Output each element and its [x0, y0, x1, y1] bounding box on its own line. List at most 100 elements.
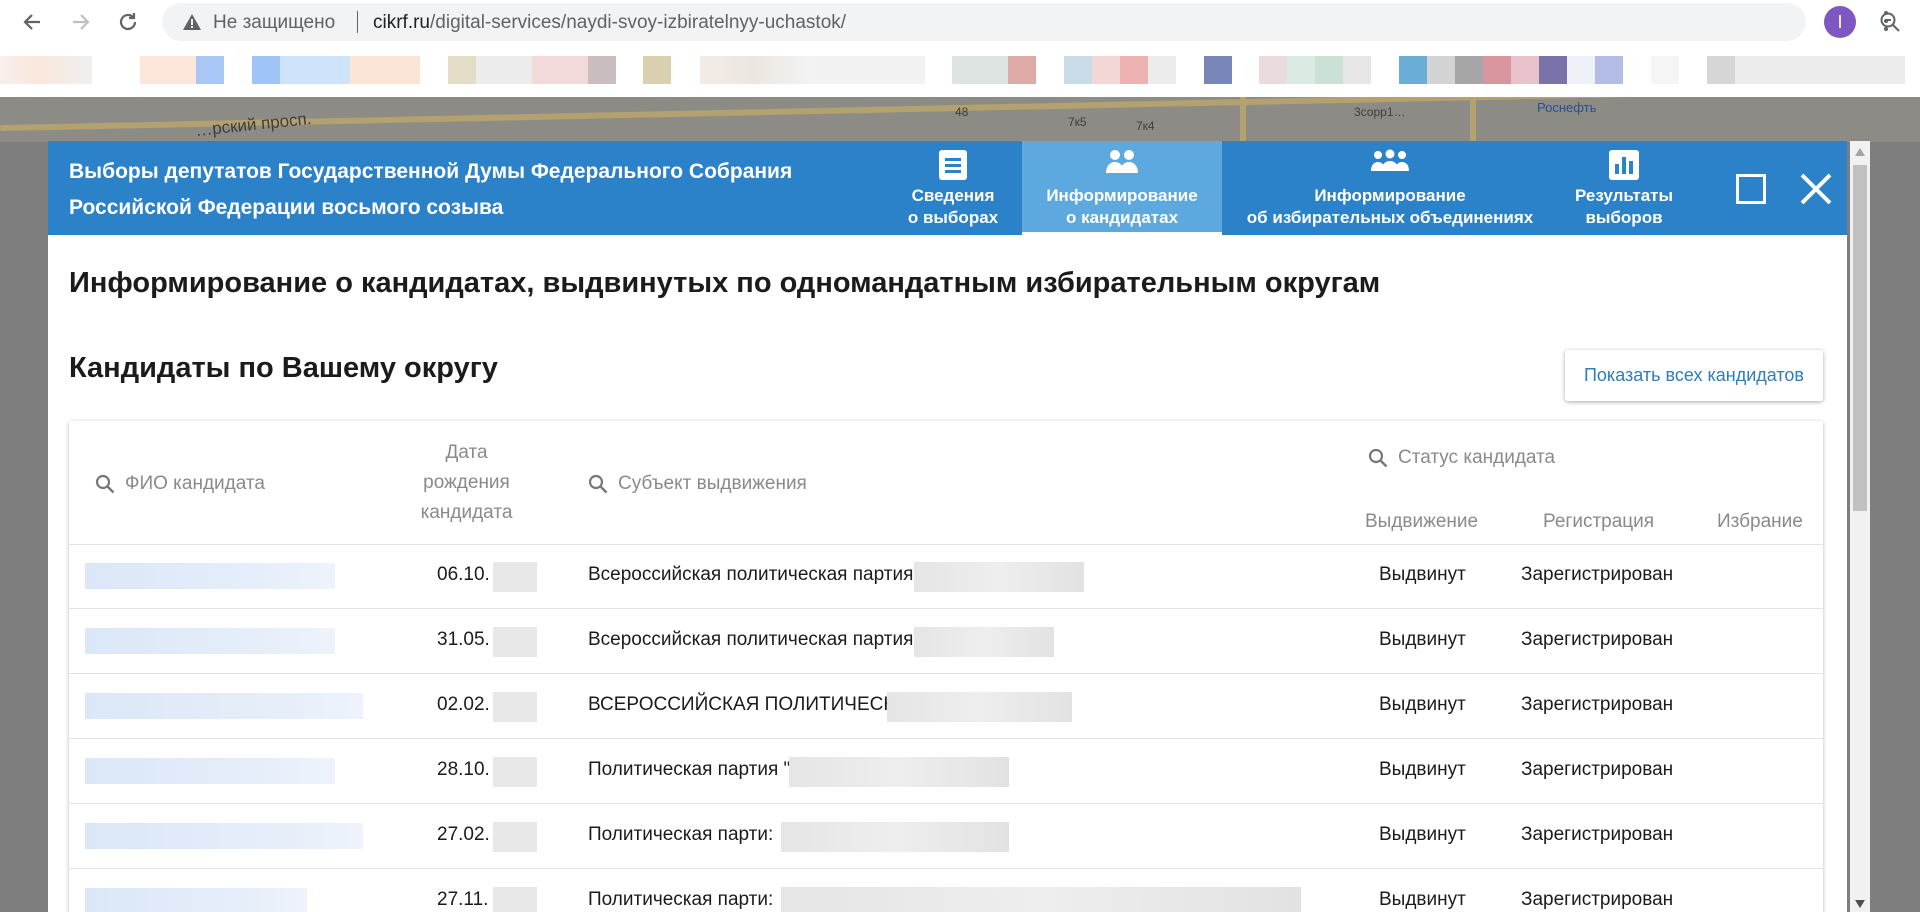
bookmark-item[interactable]: [1707, 56, 1735, 84]
redacted-party: [914, 627, 1054, 657]
bookmark-item[interactable]: [1539, 56, 1567, 84]
search-icon: [588, 474, 608, 494]
tab-label-line2: о кандидатах: [1065, 208, 1179, 227]
back-button[interactable]: [17, 7, 47, 37]
fio-search[interactable]: ФИО кандидата: [95, 473, 265, 495]
redacted-party: [781, 887, 1301, 912]
nomination-status: Выдвинут: [1379, 824, 1466, 845]
registration-status: Зарегистрирован: [1521, 694, 1674, 715]
bookmark-item[interactable]: [1427, 56, 1455, 84]
bookmark-item[interactable]: [1595, 56, 1623, 84]
url-text[interactable]: cikrf.ru/digital-services/naydi-svoy-izb…: [373, 12, 846, 34]
table-row[interactable]: 06.10. Всероссийская политическая партия…: [69, 545, 1823, 609]
table-row[interactable]: 31.05. Всероссийская политическая партия…: [69, 610, 1823, 674]
status-search[interactable]: Статус кандидата: [1368, 447, 1555, 469]
reload-button[interactable]: [113, 7, 143, 37]
modal-header: Выборы депутатов Государственной Думы Фе…: [48, 141, 1847, 235]
nominating-subject: Политическая партия ": [588, 759, 791, 780]
bookmark-item[interactable]: [1287, 56, 1315, 84]
table-row[interactable]: 27.11. Политическая парти: Выдвинут Заре…: [69, 870, 1823, 912]
bookmark-item[interactable]: [588, 56, 616, 84]
bookmark-item[interactable]: [1148, 56, 1176, 84]
modal-title: Выборы депутатов Государственной Думы Фе…: [69, 154, 849, 226]
security-label[interactable]: Не защищено: [213, 12, 335, 34]
tab-parties-info[interactable]: Информирование об избирательных объединен…: [1222, 141, 1558, 235]
bookmark-item[interactable]: [448, 56, 476, 84]
redacted-year: [493, 627, 537, 657]
url-path: /digital-services/naydi-svoy-izbiratelny…: [430, 12, 847, 33]
nomination-column-header: Выдвижение: [1365, 511, 1479, 532]
bookmark-item[interactable]: [476, 56, 532, 84]
browser-toolbar: Не защищено cikrf.ru/digital-services/na…: [0, 0, 1920, 44]
browser-menu-icon[interactable]: [1878, 8, 1894, 36]
bookmark-item[interactable]: [140, 56, 196, 84]
nominating-subject: Политическая парти:: [588, 824, 774, 845]
bookmark-item[interactable]: [1651, 56, 1679, 84]
table-row[interactable]: 28.10. Политическая партия " Выдвинут За…: [69, 740, 1823, 804]
table-row[interactable]: 27.02. Политическая парти: Выдвинут Заре…: [69, 805, 1823, 869]
redacted-year: [493, 887, 537, 912]
scroll-down-icon[interactable]: [1855, 900, 1865, 908]
bookmark-item[interactable]: [1064, 56, 1092, 84]
bookmark-item[interactable]: [700, 56, 810, 84]
date-header-line: кандидата: [420, 502, 513, 523]
profile-avatar[interactable]: I: [1824, 6, 1856, 38]
birth-date: 02.02.: [437, 694, 490, 715]
date-header-line: Дата: [445, 442, 488, 463]
section-title: Кандидаты по Вашему округу: [69, 352, 498, 384]
status-search-placeholder: Статус кандидата: [1398, 447, 1556, 468]
bookmark-item[interactable]: [1511, 56, 1539, 84]
map-label: Роснефть: [1537, 100, 1597, 115]
map-label: 48: [955, 105, 969, 119]
redacted-year: [493, 757, 537, 787]
bookmark-item[interactable]: [952, 56, 1008, 84]
nominating-subject: Всероссийская политическая партия: [588, 564, 914, 585]
bookmark-item[interactable]: [810, 56, 925, 84]
bookmark-item[interactable]: [350, 56, 420, 84]
bookmark-item[interactable]: [1315, 56, 1343, 84]
close-icon[interactable]: [1798, 171, 1834, 207]
bookmark-item[interactable]: [1343, 56, 1371, 84]
modal-scrollbar[interactable]: [1850, 141, 1870, 912]
map-road: [1470, 97, 1476, 142]
bookmark-item[interactable]: [1735, 56, 1905, 84]
bookmark-item[interactable]: [1399, 56, 1427, 84]
bookmark-item[interactable]: [1120, 56, 1148, 84]
forward-button[interactable]: [66, 7, 96, 37]
subject-search[interactable]: Субъект выдвижения: [588, 473, 807, 495]
bookmark-item[interactable]: [1483, 56, 1511, 84]
map-label: 7к4: [1136, 119, 1155, 133]
birth-date: 28.10.: [437, 759, 490, 780]
bookmark-item[interactable]: [1092, 56, 1120, 84]
bookmark-item[interactable]: [1455, 56, 1483, 84]
search-icon: [1368, 448, 1388, 468]
bookmark-item[interactable]: [196, 56, 224, 84]
birth-date: 27.11.: [437, 889, 489, 910]
bookmark-item[interactable]: [643, 56, 671, 84]
group-icon: [1371, 149, 1409, 171]
tab-label-line1: Результаты: [1574, 186, 1673, 205]
nomination-status: Выдвинут: [1379, 759, 1466, 780]
bookmark-item[interactable]: [1259, 56, 1287, 84]
date-of-birth-header: Дата рождения кандидата: [409, 438, 524, 528]
tab-candidates-info[interactable]: Информирование о кандидатах: [1022, 141, 1222, 235]
scrollbar-thumb[interactable]: [1853, 165, 1867, 511]
scroll-up-icon[interactable]: [1855, 148, 1865, 156]
tab-label-line1: Информирование: [1314, 186, 1466, 205]
bookmark-item[interactable]: [1204, 56, 1232, 84]
nominating-subject: ВСЕРОССИЙСКАЯ ПОЛИТИЧЕСКА: [588, 694, 908, 715]
tab-results[interactable]: Результаты выборов: [1564, 141, 1684, 235]
show-all-candidates-button[interactable]: Показать всех кандидатов: [1565, 350, 1823, 401]
registration-status: Зарегистрирован: [1521, 824, 1674, 845]
map-label: 7к5: [1068, 115, 1087, 129]
bookmark-item[interactable]: [252, 56, 280, 84]
bookmark-item[interactable]: [532, 56, 588, 84]
bookmark-item[interactable]: [1008, 56, 1036, 84]
tab-election-info[interactable]: Сведения о выборах: [885, 141, 1021, 235]
bookmark-item[interactable]: [280, 56, 350, 84]
table-row[interactable]: 02.02. ВСЕРОССИЙСКАЯ ПОЛИТИЧЕСКА Выдвину…: [69, 675, 1823, 739]
bookmark-item[interactable]: [1567, 56, 1595, 84]
address-bar[interactable]: Не защищено cikrf.ru/digital-services/na…: [162, 3, 1900, 41]
bookmark-item[interactable]: [0, 56, 92, 84]
maximize-icon[interactable]: [1736, 174, 1766, 204]
